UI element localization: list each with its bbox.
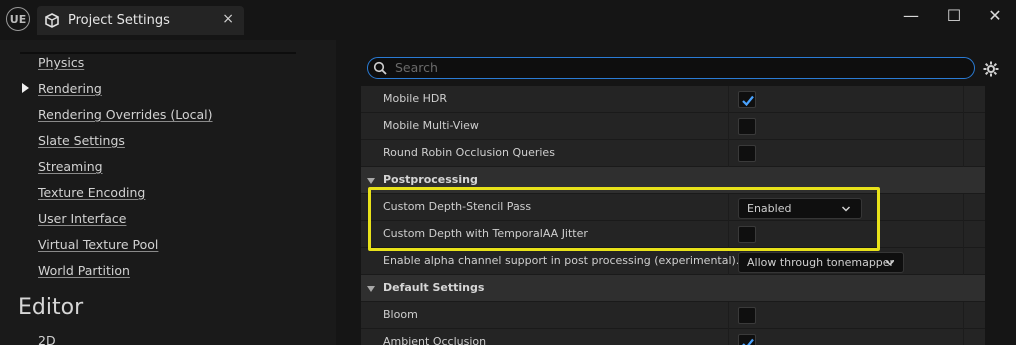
- column-divider[interactable]: [728, 140, 729, 167]
- maximize-button[interactable]: ☐: [939, 6, 969, 26]
- checkmark-icon: [742, 95, 754, 107]
- sidebar-item-2d[interactable]: 2D: [38, 333, 56, 345]
- property-label: Round Robin Occlusion Queries: [383, 146, 555, 159]
- property-label: Custom Depth-Stencil Pass: [383, 200, 532, 213]
- ambient-occlusion-checkbox[interactable]: [738, 334, 756, 345]
- row-ambient-occlusion: Ambient Occlusion: [361, 329, 985, 345]
- chevron-down-icon: [841, 206, 851, 212]
- sidebar-item-world-partition[interactable]: World Partition: [38, 263, 130, 278]
- column-divider: [963, 113, 964, 140]
- collapse-arrow-icon[interactable]: [367, 178, 375, 184]
- column-divider: [963, 221, 964, 248]
- category-label: Default Settings: [383, 281, 485, 294]
- dropdown-value: Allow through tonemapper: [747, 256, 895, 269]
- property-table: Mobile HDR Mobile Multi-View Round Robin…: [361, 86, 985, 345]
- row-alpha-channel: Enable alpha channel support in post pro…: [361, 248, 985, 275]
- column-divider: [963, 140, 964, 167]
- mobile-hdr-checkbox[interactable]: [738, 91, 756, 108]
- property-label: Ambient Occlusion: [383, 335, 487, 345]
- sidebar-section-editor: Editor: [18, 295, 84, 320]
- minimize-button[interactable]: —: [896, 6, 926, 26]
- collapse-arrow-icon[interactable]: [367, 286, 375, 292]
- column-divider[interactable]: [728, 86, 729, 113]
- column-divider[interactable]: [728, 221, 729, 248]
- property-label: Custom Depth with TemporalAA Jitter: [383, 227, 588, 240]
- column-divider[interactable]: [728, 194, 729, 221]
- sidebar-item-virtual-texture-pool[interactable]: Virtual Texture Pool: [38, 237, 158, 252]
- unreal-logo-icon[interactable]: UE: [6, 7, 30, 31]
- gear-icon[interactable]: [982, 60, 1000, 78]
- column-divider: [963, 329, 964, 345]
- search-placeholder: Search: [395, 60, 438, 75]
- sidebar-item-streaming[interactable]: Streaming: [38, 159, 103, 174]
- category-postprocessing[interactable]: Postprocessing: [361, 167, 985, 194]
- property-label: Mobile HDR: [383, 92, 447, 105]
- close-window-button[interactable]: ✕: [980, 6, 1010, 26]
- sidebar-item-physics[interactable]: Physics: [38, 55, 84, 70]
- property-label: Bloom: [383, 308, 418, 321]
- bloom-checkbox[interactable]: [738, 307, 756, 324]
- column-divider: [963, 86, 964, 113]
- sidebar-item-user-interface[interactable]: User Interface: [38, 211, 126, 226]
- column-divider: [963, 248, 964, 275]
- alpha-channel-dropdown[interactable]: Allow through tonemapper: [738, 252, 904, 273]
- tab-close-icon[interactable]: ×: [222, 11, 234, 27]
- row-mobile-multiview: Mobile Multi-View: [361, 113, 985, 140]
- row-custom-depth-jitter: Custom Depth with TemporalAA Jitter: [361, 221, 985, 248]
- column-divider: [963, 302, 964, 329]
- column-divider: [963, 194, 964, 221]
- category-label: Postprocessing: [383, 173, 478, 186]
- column-divider[interactable]: [728, 302, 729, 329]
- chevron-down-icon: [885, 260, 895, 266]
- title-bar: UE Project Settings × — ☐ ✕: [0, 0, 1016, 40]
- sidebar-item-slate-settings[interactable]: Slate Settings: [38, 133, 125, 148]
- sidebar-divider: [20, 52, 296, 54]
- category-default-settings[interactable]: Default Settings: [361, 275, 985, 302]
- property-label: Enable alpha channel support in post pro…: [383, 254, 740, 267]
- tab-title: Project Settings: [68, 13, 170, 28]
- row-round-robin: Round Robin Occlusion Queries: [361, 140, 985, 167]
- column-divider[interactable]: [728, 113, 729, 140]
- row-custom-depth-stencil: Custom Depth-Stencil Pass Enabled: [361, 194, 985, 221]
- sidebar-item-rendering[interactable]: Rendering: [38, 81, 102, 96]
- checkmark-icon: [742, 338, 754, 345]
- row-mobile-hdr: Mobile HDR: [361, 86, 985, 113]
- search-icon: [373, 61, 387, 75]
- selected-arrow-icon: [22, 83, 29, 93]
- mobile-multiview-checkbox[interactable]: [738, 118, 756, 135]
- sidebar-item-rendering-overrides[interactable]: Rendering Overrides (Local): [38, 107, 213, 122]
- dropdown-value: Enabled: [747, 202, 792, 215]
- column-divider[interactable]: [728, 248, 729, 275]
- property-label: Mobile Multi-View: [383, 119, 479, 132]
- sidebar-item-texture-encoding[interactable]: Texture Encoding: [38, 185, 145, 200]
- row-bloom: Bloom: [361, 302, 985, 329]
- column-divider[interactable]: [728, 329, 729, 345]
- custom-depth-jitter-checkbox[interactable]: [738, 226, 756, 243]
- round-robin-checkbox[interactable]: [738, 145, 756, 162]
- search-input[interactable]: Search: [367, 57, 975, 79]
- tab-project-settings[interactable]: Project Settings ×: [37, 6, 244, 35]
- project-settings-icon: [45, 13, 59, 28]
- custom-depth-dropdown[interactable]: Enabled: [738, 198, 862, 219]
